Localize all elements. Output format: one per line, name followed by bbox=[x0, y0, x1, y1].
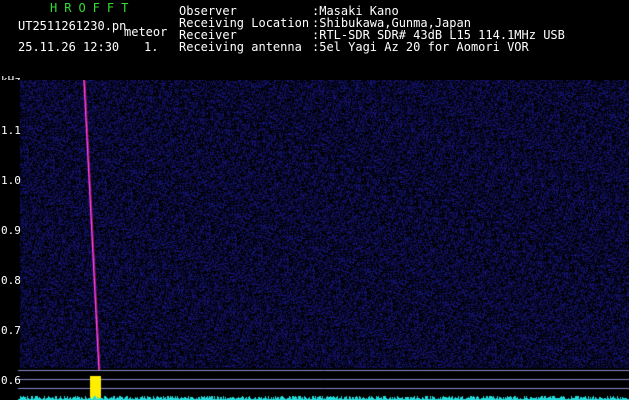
frequency-tick-label: 0.9 bbox=[1, 224, 21, 237]
date-time: 25.11.26 12:30 bbox=[18, 40, 120, 54]
frequency-tick-label: 1.0 bbox=[1, 174, 21, 187]
event-type: meteor bbox=[124, 25, 168, 39]
event-count: 1. bbox=[144, 40, 159, 54]
header: HROFFT UT2511261230.pn meteor 25.11.26 1… bbox=[0, 0, 629, 92]
antenna-label: Receiving antenna bbox=[179, 40, 302, 54]
frequency-tick-label: 1.1 bbox=[1, 124, 21, 137]
file-name: UT2511261230.pn bbox=[18, 19, 127, 33]
frequency-tick-label: 0.6 bbox=[1, 374, 21, 387]
antenna-value: :5el Yagi Az 20 for Aomori VOR bbox=[312, 40, 529, 54]
frequency-tick-label: 0.8 bbox=[1, 274, 21, 287]
frequency-tick-label: 0.7 bbox=[1, 324, 21, 337]
station-name: HROFFT bbox=[50, 1, 136, 15]
spectrogram-area: 1.1 1.0 0.9 0.8 0.7 0.6 bbox=[0, 80, 629, 400]
spectrogram-canvas bbox=[0, 80, 629, 400]
